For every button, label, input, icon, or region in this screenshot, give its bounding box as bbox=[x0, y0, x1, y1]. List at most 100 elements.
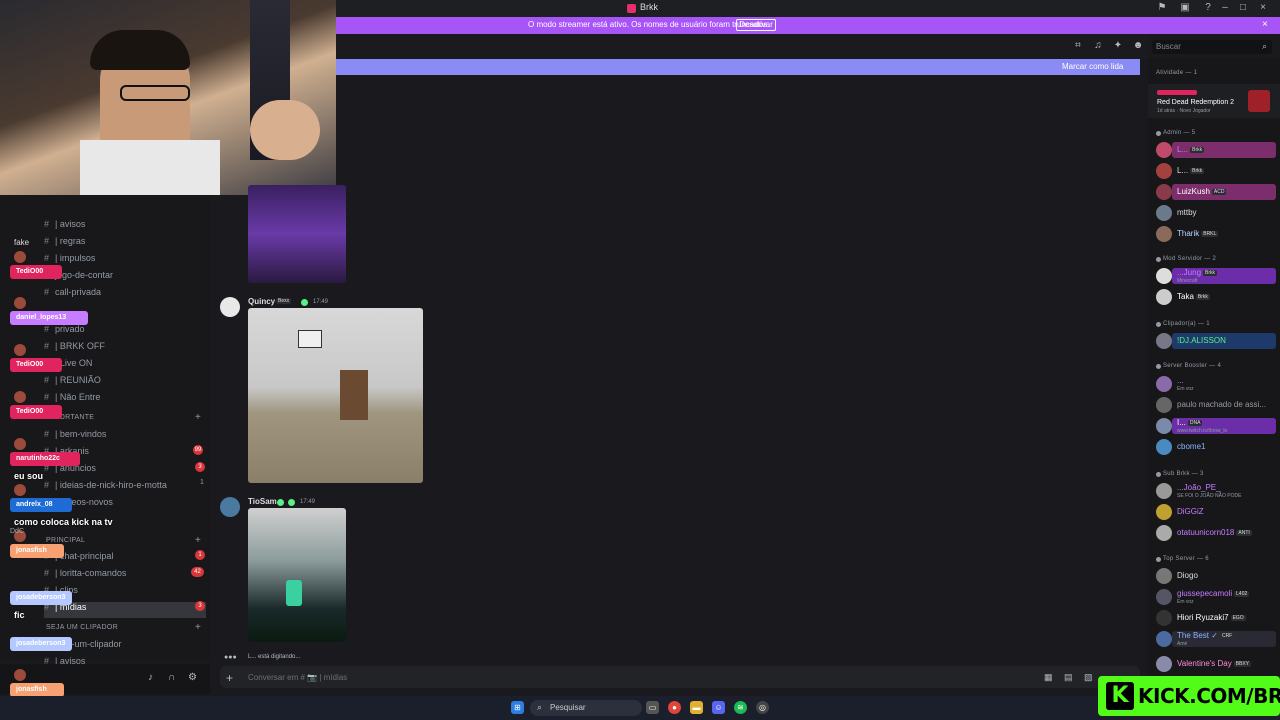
member-item[interactable]: I... DNA www.twitch.tv/throw_lo bbox=[1156, 418, 1276, 434]
gift-icon[interactable]: ▦ bbox=[1044, 672, 1053, 683]
sidebar-channel[interactable]: # | avisos bbox=[44, 219, 85, 235]
member-item[interactable]: Taka Brkk bbox=[1156, 289, 1276, 305]
hash-icon: # bbox=[44, 392, 50, 402]
avatar[interactable] bbox=[220, 497, 240, 517]
member-item[interactable]: ...Jung Brkk Minecraft bbox=[1156, 268, 1276, 284]
inbox-icon[interactable]: ▣ bbox=[1178, 1, 1192, 15]
message-image[interactable] bbox=[248, 308, 423, 483]
role-icon bbox=[277, 499, 284, 506]
chat-message: eu sou bbox=[14, 471, 44, 481]
member-name-text: L... bbox=[1177, 166, 1189, 175]
search-input[interactable]: Buscar bbox=[1152, 40, 1272, 54]
chrome-icon[interactable]: ● bbox=[668, 701, 681, 714]
add-channel-icon[interactable]: + bbox=[195, 622, 201, 633]
channel-category[interactable]: PRINCIPAL bbox=[46, 537, 85, 544]
member-role-header: Top Server — 6 bbox=[1163, 556, 1209, 562]
member-name: L... Brkk bbox=[1177, 166, 1205, 175]
message-username[interactable]: TioSam bbox=[248, 497, 277, 506]
threads-icon[interactable]: ⌗ bbox=[1072, 40, 1084, 52]
chat-username-badge: josadeberson3 bbox=[10, 637, 72, 651]
sidebar-channel[interactable]: # call-privada bbox=[44, 287, 101, 303]
windows-start-icon[interactable]: ⊞ bbox=[511, 701, 524, 714]
member-item[interactable]: paulo machado de assi... bbox=[1156, 397, 1276, 413]
monitor-image bbox=[298, 330, 322, 348]
member-role-header: Clipador(a) — 1 bbox=[1163, 321, 1210, 327]
sidebar-channel[interactable]: # | regras bbox=[44, 236, 85, 252]
message-input[interactable] bbox=[220, 666, 1140, 688]
sidebar-channel[interactable]: # | ideias-de-nick-hiro-e-motta bbox=[44, 480, 167, 496]
channel-category[interactable]: SEJA UM CLIPADOR bbox=[46, 624, 118, 631]
sidebar-channel[interactable]: # | BRKK OFF bbox=[44, 341, 105, 357]
member-status: www.twitch.tv/throw_lo bbox=[1177, 428, 1228, 434]
member-item[interactable]: ...João_PE_ SE FOI O JOÃO NÃO PODE bbox=[1156, 483, 1276, 499]
member-role-header: Server Booster — 4 bbox=[1163, 363, 1222, 369]
member-item[interactable]: Valentine's Day BBXY bbox=[1156, 656, 1276, 672]
close-icon[interactable]: × bbox=[1256, 1, 1270, 15]
minimize-icon[interactable]: – bbox=[1218, 1, 1232, 15]
message-image[interactable] bbox=[248, 508, 346, 642]
obs-icon[interactable]: ◎ bbox=[756, 701, 769, 714]
taskbar-search[interactable]: Pesquisar bbox=[530, 700, 642, 716]
member-item[interactable]: ... Em voz bbox=[1156, 376, 1276, 392]
member-name: Hiori Ryuzaki7 EGO bbox=[1177, 613, 1246, 622]
taskbar-search-icon: ⌕ bbox=[537, 702, 543, 712]
add-channel-icon[interactable]: + bbox=[195, 412, 201, 423]
help-icon[interactable]: ? bbox=[1201, 1, 1215, 15]
pin-icon[interactable]: ⚑ bbox=[1155, 1, 1169, 15]
member-name-text: !DJ.ALISSON bbox=[1177, 336, 1226, 345]
avatar[interactable] bbox=[220, 297, 240, 317]
member-item[interactable]: DiGGiZ bbox=[1156, 504, 1276, 520]
member-item[interactable]: LuizKush ACD bbox=[1156, 184, 1276, 200]
member-item[interactable]: Hiori Ryuzaki7 EGO bbox=[1156, 610, 1276, 626]
attach-plus-icon[interactable]: + bbox=[226, 671, 233, 685]
members-icon[interactable]: ☻ bbox=[1132, 40, 1144, 52]
member-item[interactable]: L... Brkk bbox=[1156, 142, 1276, 158]
add-channel-icon[interactable]: + bbox=[195, 535, 201, 546]
sidebar-channel[interactable]: # | loritta-comandos bbox=[44, 568, 126, 584]
task-view-icon[interactable]: ▭ bbox=[646, 701, 659, 714]
pin-messages-icon[interactable]: ✦ bbox=[1112, 40, 1124, 52]
message-image[interactable] bbox=[248, 185, 346, 283]
member-item[interactable]: mttby bbox=[1156, 205, 1276, 221]
settings-gear-icon[interactable]: ⚙ bbox=[188, 672, 197, 683]
spotify-icon[interactable]: ≋ bbox=[734, 701, 747, 714]
microphone-icon[interactable]: ♪ bbox=[148, 672, 153, 683]
new-messages-bar[interactable] bbox=[336, 59, 1140, 75]
member-item[interactable]: The Best ✓ CRF Amé bbox=[1156, 631, 1276, 647]
message-username[interactable]: Quincy bbox=[248, 297, 275, 306]
headphones-icon[interactable]: ∩ bbox=[168, 672, 175, 683]
maximize-icon[interactable]: □ bbox=[1236, 1, 1250, 15]
avatar bbox=[1156, 333, 1172, 349]
member-item[interactable]: L... Brkk bbox=[1156, 163, 1276, 179]
member-item[interactable]: giussepecamoli L402 Em voz bbox=[1156, 589, 1276, 605]
chat-username-badge: TediO00 bbox=[10, 265, 62, 279]
member-tag: Brkk bbox=[1203, 269, 1218, 276]
banner-text: O modo streamer está ativo. Os nomes de … bbox=[528, 20, 770, 29]
banner-close-icon[interactable]: × bbox=[1262, 19, 1268, 30]
discord-icon[interactable]: ☺ bbox=[712, 701, 725, 714]
member-item[interactable]: Tharik BRKL bbox=[1156, 226, 1276, 242]
mark-as-read-button[interactable]: Marcar como lida bbox=[1062, 62, 1123, 71]
member-tag: EGO bbox=[1230, 614, 1246, 621]
gif-icon[interactable]: ▤ bbox=[1064, 672, 1073, 683]
role-dot-icon bbox=[1156, 257, 1161, 262]
sidebar-channel[interactable]: # | REUNIÃO bbox=[44, 375, 101, 391]
member-item[interactable]: otatuunicorn018 ANTI bbox=[1156, 525, 1276, 541]
member-name-text: mttby bbox=[1177, 208, 1197, 217]
member-item[interactable]: Diogo bbox=[1156, 568, 1276, 584]
member-item[interactable]: cbome1 bbox=[1156, 439, 1276, 455]
bell-icon[interactable]: ♫ bbox=[1092, 40, 1104, 52]
sticker-icon[interactable]: ▧ bbox=[1084, 672, 1093, 683]
avatar bbox=[1156, 226, 1172, 242]
sidebar-channel[interactable]: # | bem-vindos bbox=[44, 429, 106, 445]
role-dot-icon bbox=[1156, 472, 1161, 477]
disable-streamer-button[interactable]: Desativar bbox=[736, 19, 776, 31]
window-title: Brkk bbox=[640, 2, 658, 12]
member-item[interactable]: !DJ.ALISSON bbox=[1156, 333, 1276, 349]
chat-message: como coloca kick na tv bbox=[14, 517, 113, 527]
sidebar-channel[interactable]: # privado bbox=[44, 324, 85, 340]
typing-indicator: L... está digitando... bbox=[248, 654, 301, 660]
file-explorer-icon[interactable]: ▬ bbox=[690, 701, 703, 714]
member-tag: BBXY bbox=[1233, 660, 1252, 667]
chat-username-badge: TediO00 bbox=[10, 358, 62, 372]
